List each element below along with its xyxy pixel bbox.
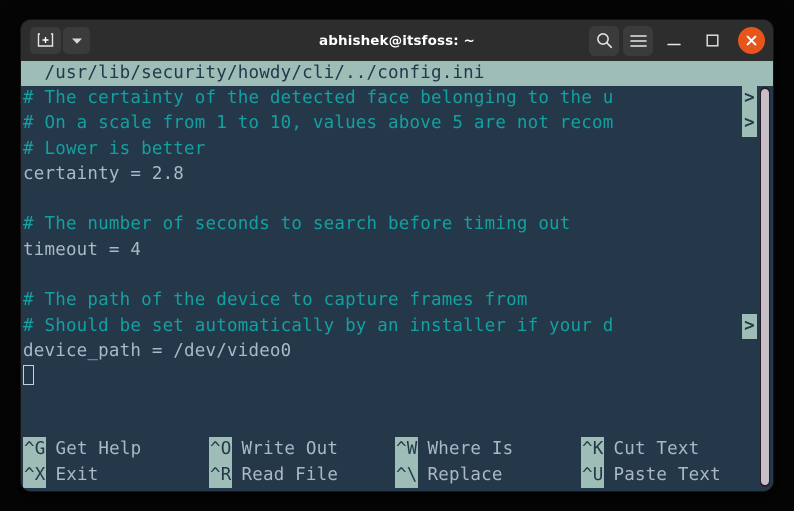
shortcut-label: Paste Text [613,464,721,485]
maximize-icon [706,34,719,47]
editor-line[interactable] [23,263,773,288]
minimize-button[interactable] [657,26,691,56]
shortcut-label: Write Out [241,439,339,460]
editor-line[interactable]: # On a scale from 1 to 10, values above … [23,111,773,137]
close-button[interactable] [738,27,765,54]
shortcut-key: ^W [395,437,419,463]
editor-line[interactable]: # Should be set automatically by an inst… [23,313,773,339]
shortcut-item[interactable]: ^U Paste Text [581,462,767,488]
desktop-background: abhishek@itsfoss: ~ /usr/lib/security/ho… [0,0,794,511]
editor-line[interactable] [23,187,773,212]
shortcut-key: ^R [209,462,233,488]
editor-line-text: # The number of seconds to search before… [23,214,571,235]
editor-line[interactable]: # The number of seconds to search before… [23,212,773,237]
editor-line-text: certainty = 2.8 [23,163,185,184]
editor-line-cursor[interactable] [23,364,773,389]
shortcut-key: ^X [23,462,47,488]
hamburger-menu-icon [629,34,647,47]
terminal-window: abhishek@itsfoss: ~ /usr/lib/security/ho… [21,20,773,491]
line-continuation-marker: > [742,111,757,137]
shortcut-item[interactable]: ^R Read File [209,462,395,488]
editor-line[interactable]: timeout = 4 [23,238,773,263]
shortcut-item[interactable]: ^X Exit [23,462,209,488]
menu-button[interactable] [623,25,653,56]
new-tab-icon [37,33,54,47]
editor-line[interactable]: # The certainty of the detected face bel… [23,86,773,112]
scrollbar-thumb[interactable] [761,89,769,485]
editor-line[interactable]: # Lower is better [23,137,773,162]
shortcut-key: ^U [581,462,605,488]
window-titlebar: abhishek@itsfoss: ~ [21,20,773,61]
new-tab-button[interactable] [30,27,61,54]
editor-line[interactable]: certainty = 2.8 [23,162,773,187]
editor-line-text: # On a scale from 1 to 10, values above … [23,113,614,134]
close-icon [746,35,757,46]
shortcut-key: ^K [581,437,605,463]
editor-line[interactable]: # The path of the device to capture fram… [23,288,773,313]
nano-edit-area[interactable]: # The certainty of the detected face bel… [21,86,773,416]
nano-filename-header: /usr/lib/security/howdy/cli/../config.in… [21,61,773,86]
shortcut-item[interactable]: ^O Write Out [209,437,395,463]
maximize-button[interactable] [695,26,729,56]
editor-line[interactable]: device_path = /dev/video0 [23,339,773,364]
terminal-content[interactable]: /usr/lib/security/howdy/cli/../config.in… [21,61,773,491]
titlebar-right-controls [589,25,765,56]
search-icon [596,33,612,49]
shortcut-item[interactable]: ^K Cut Text [581,437,767,463]
shortcut-key: ^\ [395,462,419,488]
line-continuation-marker: > [742,313,757,339]
shortcut-item[interactable]: ^W Where Is [395,437,581,463]
chevron-down-icon [71,38,82,44]
shortcut-label: Cut Text [613,439,700,460]
shortcut-label: Get Help [55,439,142,460]
editor-line-text: # The certainty of the detected face bel… [23,88,614,108]
shortcut-label: Exit [55,464,99,485]
shortcut-label: Where Is [427,439,514,460]
shortcut-item[interactable]: ^G Get Help [23,437,209,463]
editor-line-text: timeout = 4 [23,239,142,260]
shortcut-label: Replace [427,464,503,485]
editor-line-text: # Lower is better [23,138,206,159]
shortcut-label: Read File [241,464,339,485]
nano-shortcut-bar: ^G Get Help ^O Write Out ^W Where Is ^K Cut Tex… [21,437,773,491]
editor-line-text [23,189,34,209]
shortcut-key: ^O [209,437,233,463]
editor-line-text: device_path = /dev/video0 [23,340,292,361]
terminal-scrollbar[interactable] [760,87,770,487]
editor-line-text [23,265,34,285]
line-continuation-marker: > [742,86,757,112]
shortcut-row: ^X Exit ^R Read File ^\ Replace ^U Paste Text [23,462,773,488]
shortcut-item[interactable]: ^\ Replace [395,462,581,488]
text-cursor [23,365,34,386]
tab-menu-dropdown-button[interactable] [63,27,90,54]
shortcut-row: ^G Get Help ^O Write Out ^W Where Is ^K Cut Tex… [23,437,773,463]
editor-line-text: # The path of the device to capture fram… [23,290,528,311]
editor-line-text: # Should be set automatically by an inst… [23,315,614,336]
titlebar-left-controls [30,27,90,54]
search-button[interactable] [589,25,619,56]
minimize-icon [667,43,681,45]
shortcut-key: ^G [23,437,47,463]
